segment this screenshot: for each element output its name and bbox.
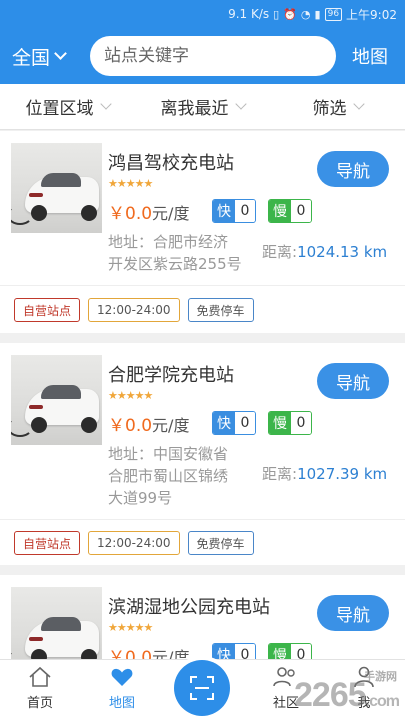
fast-charger-count: 快0 [212, 411, 256, 435]
fast-charger-count: 快0 [212, 199, 256, 223]
chevron-down-icon [99, 98, 112, 110]
station-price: ￥0.0元/度 [108, 416, 190, 436]
heart-icon [111, 668, 133, 686]
tag-hours: 12:00-24:00 [88, 298, 180, 322]
slow-charger-count: 慢0 [268, 199, 312, 223]
station-name: 鸿昌驾校充电站 [108, 153, 234, 174]
station-price: ￥0.0元/度 [108, 204, 190, 224]
station-distance: 距离:1024.13 km [262, 243, 388, 261]
rating-stars: ★★★★★ [108, 389, 153, 402]
tab-label: 首页 [26, 696, 53, 711]
tab-label: 地图 [108, 696, 135, 711]
filter-label: 筛选 [312, 99, 347, 119]
station-name: 滨湖湿地公园充电站 [108, 597, 270, 618]
wifi-icon: ◔ [300, 7, 311, 21]
filter-label: 位置区域 [25, 99, 94, 119]
filter-label: 离我最近 [160, 99, 229, 119]
app-header: 全国 地图 [0, 28, 405, 84]
search-box[interactable] [90, 36, 336, 76]
navigate-button[interactable]: 导航 [317, 151, 389, 187]
filter-bar: 位置区域 离我最近 筛选 [0, 84, 405, 130]
battery-icon: 96 [324, 7, 343, 21]
chevron-down-icon [54, 47, 67, 60]
station-price: ￥0.0元/度 [108, 648, 190, 659]
filter-location[interactable]: 位置区域 [0, 94, 135, 119]
chevron-down-icon [234, 98, 247, 110]
station-address: 地址：合肥市经济 开发区紫云路255号 [108, 233, 242, 273]
fast-charger-count: 快0 [212, 643, 256, 659]
tag-self-operated: 自营站点 [14, 531, 81, 555]
tag-free-parking: 免费停车 [187, 298, 254, 322]
search-input[interactable] [104, 46, 336, 66]
home-icon [29, 666, 51, 687]
station-photo [11, 587, 102, 659]
tab-home[interactable]: 首页 [10, 666, 70, 711]
navigate-button[interactable]: 导航 [317, 363, 389, 399]
region-label: 全国 [12, 46, 51, 69]
chevron-down-icon [352, 98, 365, 110]
tag-hours: 12:00-24:00 [88, 531, 180, 555]
tag-self-operated: 自营站点 [14, 298, 81, 322]
station-photo [11, 355, 102, 445]
rating-stars: ★★★★★ [108, 177, 153, 190]
filter-distance[interactable]: 离我最近 [135, 94, 270, 119]
clock: 上午9:02 [346, 7, 397, 22]
station-list[interactable]: 鸿昌驾校充电站 ★★★★★ ￥0.0元/度 快0 慢0 导航 地址：合肥市经济 … [0, 131, 405, 659]
station-address: 地址：中国安徽省 合肥市蜀山区锦绣 大道99号 [108, 445, 229, 507]
station-tags: 自营站点 12:00-24:00 免费停车 [14, 298, 254, 322]
station-card[interactable]: 鸿昌驾校充电站 ★★★★★ ￥0.0元/度 快0 慢0 导航 地址：合肥市经济 … [0, 131, 405, 333]
station-name: 合肥学院充电站 [108, 365, 234, 386]
signal-icon: ▮ [314, 7, 321, 21]
slow-charger-count: 慢0 [268, 411, 312, 435]
filter-more[interactable]: 筛选 [270, 94, 405, 119]
navigate-button[interactable]: 导航 [317, 595, 389, 631]
region-selector[interactable]: 全国 [0, 43, 86, 70]
scan-icon [190, 676, 214, 700]
rating-stars: ★★★★★ [108, 621, 153, 634]
site-watermark: 手游网 2265.com [294, 671, 400, 714]
station-card[interactable]: 合肥学院充电站 ★★★★★ ￥0.0元/度 快0 慢0 导航 地址：中国安徽省 … [0, 343, 405, 565]
station-card[interactable]: 滨湖湿地公园充电站 ★★★★★ ￥0.0元/度 快0 慢0 导航 [0, 575, 405, 659]
alarm-icon: ⏰ [283, 7, 297, 21]
station-distance: 距离:1027.39 km [262, 465, 388, 483]
vibrate-icon: ▯ [273, 7, 280, 21]
map-button[interactable]: 地图 [352, 43, 388, 69]
scan-button[interactable] [174, 660, 230, 716]
station-photo [11, 143, 102, 233]
network-speed: 9.1 K/s [228, 7, 270, 21]
slow-charger-count: 慢0 [268, 643, 312, 659]
status-bar: 9.1 K/s ▯ ⏰ ◔ ▮ 96 上午9:02 [0, 0, 405, 28]
tab-map[interactable]: 地图 [92, 666, 152, 711]
station-tags: 自营站点 12:00-24:00 免费停车 [14, 531, 254, 555]
tag-free-parking: 免费停车 [187, 531, 254, 555]
